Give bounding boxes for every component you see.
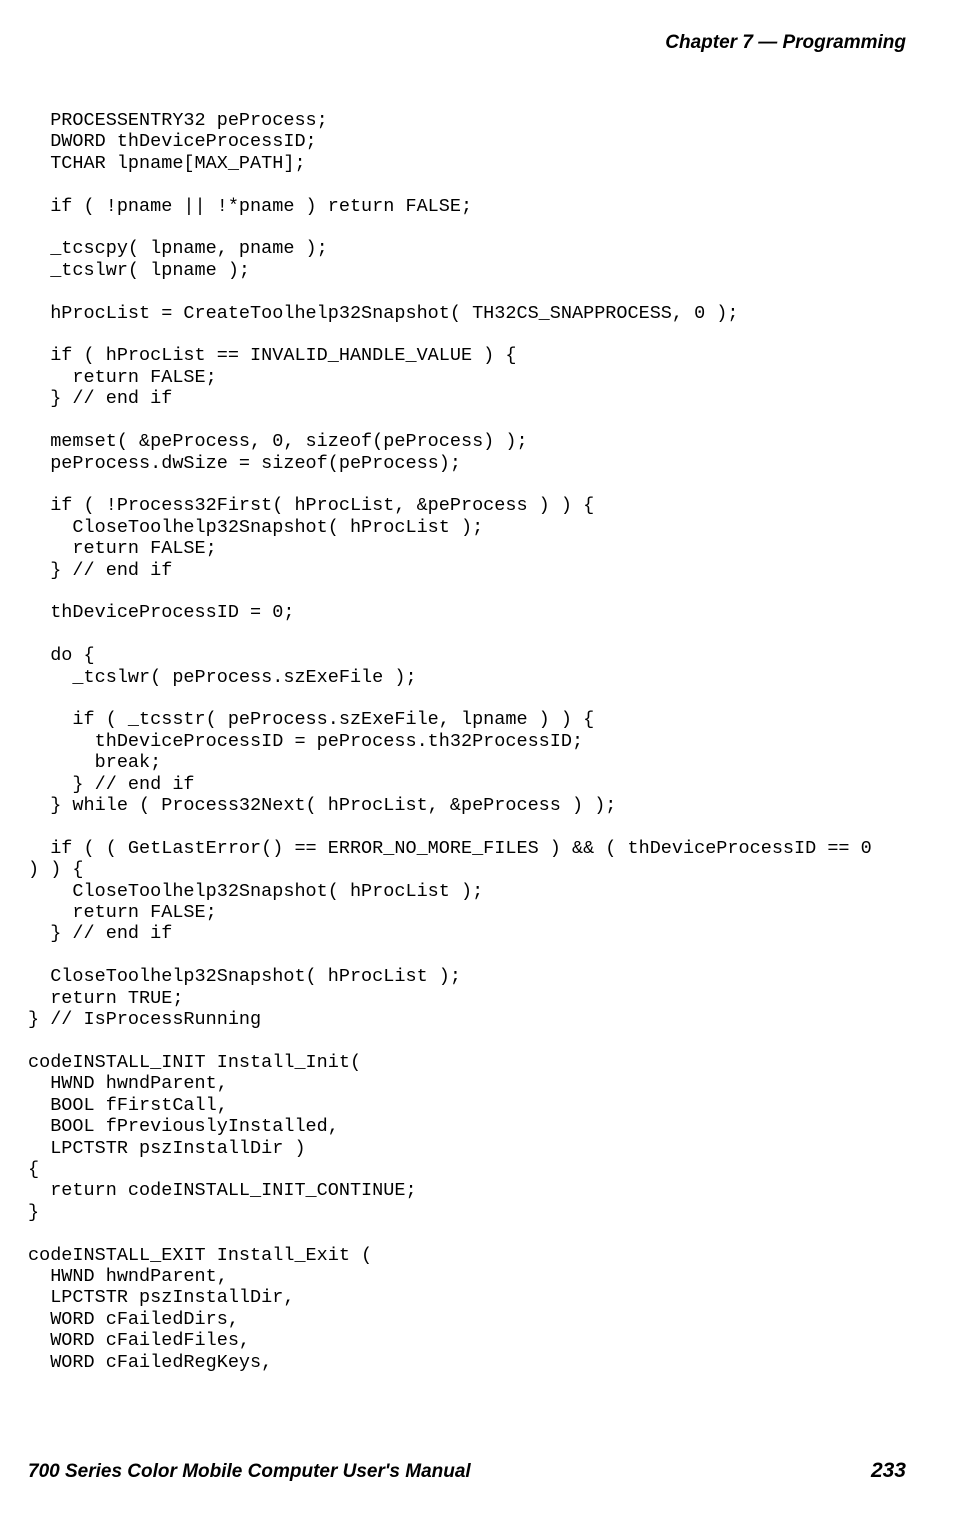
page-header: Chapter 7 — Programming [665, 32, 906, 54]
code-listing: PROCESSENTRY32 peProcess; DWORD thDevice… [28, 110, 906, 1373]
manual-title: 700 Series Color Mobile Computer User's … [28, 1461, 471, 1483]
page-number: 233 [871, 1459, 906, 1483]
chapter-label: Chapter 7 — Programming [665, 32, 906, 53]
page-footer: 700 Series Color Mobile Computer User's … [28, 1459, 906, 1483]
